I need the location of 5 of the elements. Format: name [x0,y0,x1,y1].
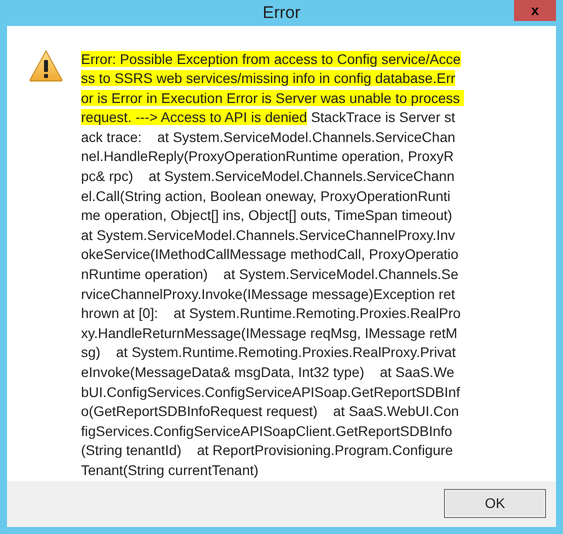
error-message: Error: Possible Exception from access to Config service/Access to SSRS web services/missing info in config database.Error is Error in Execution Error is Server was unable to process request. ---> Access to API is denied StackTrace is Server stack trace: at System.ServiceModel.Channels.ServiceChannel.HandleReply(ProxyOperationRuntime operation, ProxyRpc& rpc) at System.ServiceModel.Channels.ServiceChannel.Call(String action, Boolean oneway, ProxyOperationRuntime operation, Object[] ins, Object[] outs, TimeSpan timeout) at System.ServiceModel.Channels.ServiceChannelProxy.InvokeService(IMethodCallMessage methodCall, ProxyOperationRuntime operation) at System.ServiceModel.Channels.ServiceChannelProxy.Invoke(IMessage message)Exception rethrown at [0]: at System.Runtime.Remoting.Proxies.RealProxy.HandleReturnMessage(IMessage reqMsg, IMessage retMsg) at System.Runtime.Remoting.Proxies.RealProxy.PrivateInvoke(MessageData& msgData, Int32 type) at SaaS.WebUI.ConfigServices.ConfigServiceAPISoap.GetReportSDBInfo(GetReportSDBInfoRequest request) at SaaS.WebUI.ConfigServices.ConfigServiceAPISoapClient.GetReportSDBInfo(String tenantId) at ReportProvisioning.Program.ConfigureTenant(String currentTenant) [81,50,461,481]
close-button[interactable]: x [514,0,556,21]
ok-button[interactable]: OK [444,489,546,518]
window-title: Error [262,2,300,24]
warning-icon [29,50,63,82]
